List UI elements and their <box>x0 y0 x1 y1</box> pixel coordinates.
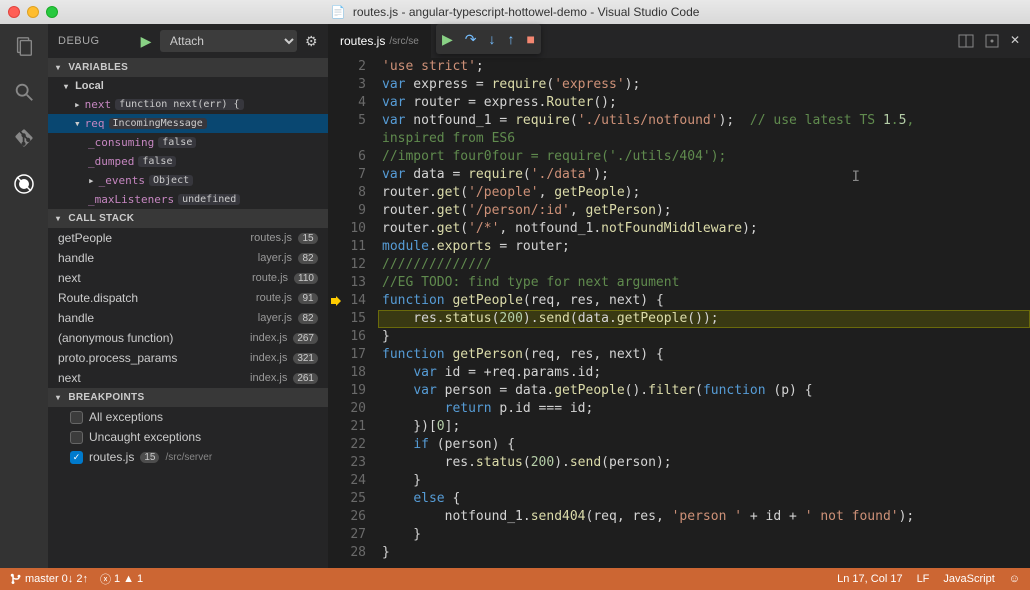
debug-header: DEBUG ▶ Attach ⚙ <box>48 24 328 58</box>
scope-local[interactable]: Local <box>48 77 328 95</box>
maximize-window-button[interactable] <box>46 6 58 18</box>
window-controls <box>8 6 58 18</box>
minimize-window-button[interactable] <box>27 6 39 18</box>
stack-frame[interactable]: proto.process_paramsindex.js321 <box>48 348 328 368</box>
stack-frame[interactable]: (anonymous function)index.js267 <box>48 328 328 348</box>
start-debug-button[interactable]: ▶ <box>141 33 152 50</box>
warning-icon: ▲ <box>123 573 134 585</box>
current-line-arrow-icon <box>330 295 342 307</box>
explorer-icon[interactable] <box>10 32 38 60</box>
variable-row[interactable]: _maxListeners undefined <box>48 190 328 209</box>
stack-frame[interactable]: nextroute.js110 <box>48 268 328 288</box>
continue-button[interactable]: ▶ <box>442 31 453 48</box>
text-cursor-icon: 𝙸 <box>852 168 860 186</box>
variables-section-header[interactable]: VARIABLES <box>48 58 328 77</box>
breakpoint-row[interactable]: All exceptions <box>48 407 328 427</box>
problems-status[interactable]: ⓧ1 ▲1 <box>100 571 143 587</box>
more-actions-icon[interactable] <box>984 33 1000 49</box>
callstack-section-header[interactable]: CALL STACK <box>48 209 328 228</box>
stack-frame[interactable]: handlelayer.js82 <box>48 308 328 328</box>
activity-bar <box>0 24 48 568</box>
step-out-button[interactable]: ↑ <box>508 31 515 47</box>
code-editor[interactable]: 2345678910111213141516171819202122232425… <box>328 58 1030 568</box>
step-over-button[interactable]: ↷ <box>465 31 477 48</box>
window-title: 📄 routes.js - angular-typescript-hottowe… <box>0 5 1030 19</box>
debug-settings-icon[interactable]: ⚙ <box>305 33 318 50</box>
status-bar: master 0↓ 2↑ ⓧ1 ▲1 Ln 17, Col 17 LF Java… <box>0 568 1030 590</box>
checkbox[interactable]: ✓ <box>70 451 83 464</box>
debug-label: DEBUG <box>58 35 100 47</box>
title-bar: 📄 routes.js - angular-typescript-hottowe… <box>0 0 1030 24</box>
stop-button[interactable]: ■ <box>527 31 535 47</box>
debug-toolbar: ▶ ↷ ↓ ↑ ■ <box>436 24 541 54</box>
breakpoint-row[interactable]: ✓routes.js15/src/server <box>48 447 328 467</box>
checkbox[interactable] <box>70 431 83 444</box>
editor-actions: ✕ <box>958 33 1030 49</box>
split-editor-icon[interactable] <box>958 33 974 49</box>
git-branch-status[interactable]: master 0↓ 2↑ <box>10 573 88 585</box>
editor-area: routes.js /src/se ▶ ↷ ↓ ↑ ■ ✕ 23456 <box>328 24 1030 568</box>
stack-frame[interactable]: getPeopleroutes.js15 <box>48 228 328 248</box>
stack-frame[interactable]: Route.dispatchroute.js91 <box>48 288 328 308</box>
error-icon: ⓧ <box>100 571 111 587</box>
variable-row[interactable]: ▾ req IncomingMessage <box>48 114 328 133</box>
stack-frame[interactable]: nextindex.js261 <box>48 368 328 388</box>
debug-config-select[interactable]: Attach <box>160 30 297 52</box>
feedback-icon[interactable]: ☺ <box>1009 573 1020 585</box>
file-icon: 📄 <box>331 5 346 19</box>
close-editor-icon[interactable]: ✕ <box>1010 33 1020 49</box>
step-into-button[interactable]: ↓ <box>489 31 496 47</box>
tab-bar: routes.js /src/se ▶ ↷ ↓ ↑ ■ ✕ <box>328 24 1030 58</box>
variable-row[interactable]: _consuming false <box>48 133 328 152</box>
variable-row[interactable]: ▸ _events Object <box>48 171 328 190</box>
language-status[interactable]: JavaScript <box>943 573 994 585</box>
breakpoint-row[interactable]: Uncaught exceptions <box>48 427 328 447</box>
cursor-position-status[interactable]: Ln 17, Col 17 <box>837 573 902 585</box>
checkbox[interactable] <box>70 411 83 424</box>
eol-status[interactable]: LF <box>917 573 930 585</box>
breakpoints-section-header[interactable]: BREAKPOINTS <box>48 388 328 407</box>
stack-frame[interactable]: handlelayer.js82 <box>48 248 328 268</box>
tab-routes-js[interactable]: routes.js /src/se <box>328 24 432 58</box>
debug-icon[interactable] <box>10 170 38 198</box>
close-window-button[interactable] <box>8 6 20 18</box>
variable-row[interactable]: ▸ next function next(err) { <box>48 95 328 114</box>
variable-row[interactable]: _dumped false <box>48 152 328 171</box>
search-icon[interactable] <box>10 78 38 106</box>
git-icon[interactable] <box>10 124 38 152</box>
debug-sidebar: DEBUG ▶ Attach ⚙ VARIABLES Local ▸ next … <box>48 24 328 568</box>
